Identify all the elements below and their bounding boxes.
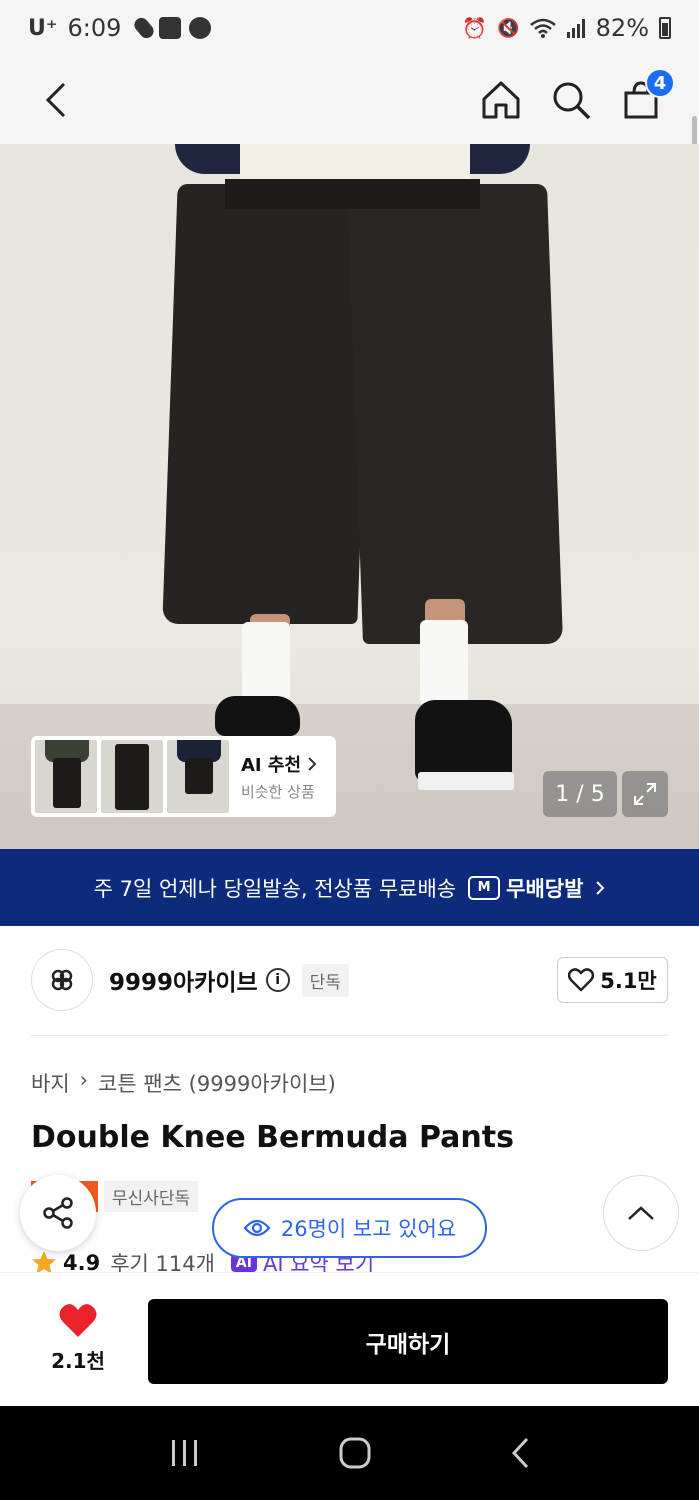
expand-icon [634, 783, 656, 805]
recommend-thumb-3[interactable] [167, 740, 229, 813]
photo-left-shoe [215, 696, 300, 736]
breadcrumb-separator-icon: › [79, 1068, 89, 1092]
cart-button[interactable]: 4 [615, 68, 675, 126]
alarm-icon: ⏰ [462, 16, 488, 40]
product-title: Double Knee Bermuda Pants [31, 1120, 514, 1155]
expand-image-button[interactable] [622, 771, 668, 817]
chevron-right-icon [308, 757, 317, 771]
ai-recommend-subtitle: 비슷한 상품 [241, 783, 315, 801]
photo-right-sole [418, 772, 514, 790]
brand-name-link[interactable]: 9999아카이브 [109, 963, 258, 997]
back-nav-icon[interactable] [509, 1436, 531, 1470]
shipping-brand: M 무배당발 [468, 873, 583, 903]
photo-right-sock [420, 620, 468, 705]
recent-apps-icon[interactable] [169, 1438, 201, 1468]
photo-right-shoe [415, 700, 512, 782]
breadcrumb-item-subcategory[interactable]: 코튼 팬츠 (9999아카이브) [98, 1068, 336, 1098]
wishlist-count: 2.1천 [51, 1349, 105, 1373]
clock: 6:09 [67, 14, 122, 42]
messenger-icon [189, 17, 212, 39]
photo-pants-right-leg [346, 184, 564, 644]
brand-row: 9999아카이브 i 단독 5.1만 [31, 948, 668, 1012]
photo-waistband [225, 179, 480, 209]
battery-percent: 82% [595, 14, 649, 42]
brand-logo-icon [51, 969, 73, 991]
shipping-banner-text: 주 7일 언제나 당일발송, 전상품 무료배송 [93, 876, 457, 901]
brand-logo[interactable] [31, 949, 93, 1011]
exclusive-tag: 단독 [301, 963, 349, 997]
tag-musinsa-exclusive: 무신사단독 [103, 1181, 199, 1212]
home-nav-icon[interactable] [338, 1436, 372, 1470]
home-icon [482, 81, 520, 119]
info-icon[interactable]: i [265, 968, 290, 992]
scroll-to-top-button[interactable] [603, 1175, 679, 1251]
share-icon [43, 1197, 73, 1229]
search-button[interactable] [545, 74, 597, 126]
carrier-label: U⁺ [28, 15, 58, 41]
home-button[interactable] [475, 74, 527, 126]
battery-icon [659, 17, 671, 39]
breadcrumb-item-category[interactable]: 바지 [31, 1068, 70, 1098]
chevron-up-icon [628, 1206, 654, 1220]
chevron-left-icon [45, 82, 66, 118]
cart-count-badge: 4 [645, 68, 675, 98]
divider [31, 1035, 668, 1036]
ai-recommend-title: AI 추천 [241, 755, 302, 776]
shipping-banner[interactable]: 주 7일 언제나 당일발송, 전상품 무료배송 M 무배당발 [0, 849, 699, 926]
breadcrumb: 바지 › 코튼 팬츠 (9999아카이브) [31, 1068, 336, 1098]
heart-outline-icon [568, 968, 595, 992]
mute-icon: 🔇 [497, 17, 520, 39]
purchase-bar: 2.1천 구매하기 [0, 1272, 699, 1406]
signal-icon [566, 19, 585, 38]
wishlist-button[interactable]: 2.1천 [36, 1303, 120, 1381]
photo-pants-left-leg [162, 184, 373, 624]
pill-icon [131, 15, 157, 41]
ai-recommend-card[interactable]: AI 추천 비슷한 상품 [31, 736, 336, 817]
wifi-icon [529, 18, 556, 38]
eye-icon [243, 1219, 271, 1237]
gallery-icon [159, 17, 182, 39]
back-button[interactable] [34, 78, 78, 122]
brand-like-button[interactable]: 5.1만 [557, 957, 668, 1003]
shipping-brand-label: 무배당발 [506, 876, 584, 901]
buy-button[interactable]: 구매하기 [148, 1299, 668, 1384]
system-nav-bar [0, 1406, 699, 1500]
chevron-right-icon [596, 880, 605, 895]
search-icon [553, 82, 591, 120]
app-header: 4 [0, 56, 699, 211]
brand-like-count: 5.1만 [600, 969, 657, 993]
status-bar: U⁺ 6:09 ⏰ 🔇 82% [0, 0, 699, 56]
recommend-thumb-2[interactable] [101, 740, 163, 813]
image-page-indicator: 1 / 5 [543, 771, 617, 817]
delivery-truck-icon: M [468, 875, 501, 900]
share-button[interactable] [20, 1175, 96, 1251]
viewers-count-pill: 26명이 보고 있어요 [212, 1198, 487, 1258]
product-image-carousel[interactable]: AI 추천 비슷한 상품 1 / 5 [0, 144, 699, 849]
viewers-count-text: 26명이 보고 있어요 [280, 1217, 457, 1241]
heart-filled-icon [59, 1304, 97, 1337]
recommend-thumb-1[interactable] [35, 740, 97, 813]
